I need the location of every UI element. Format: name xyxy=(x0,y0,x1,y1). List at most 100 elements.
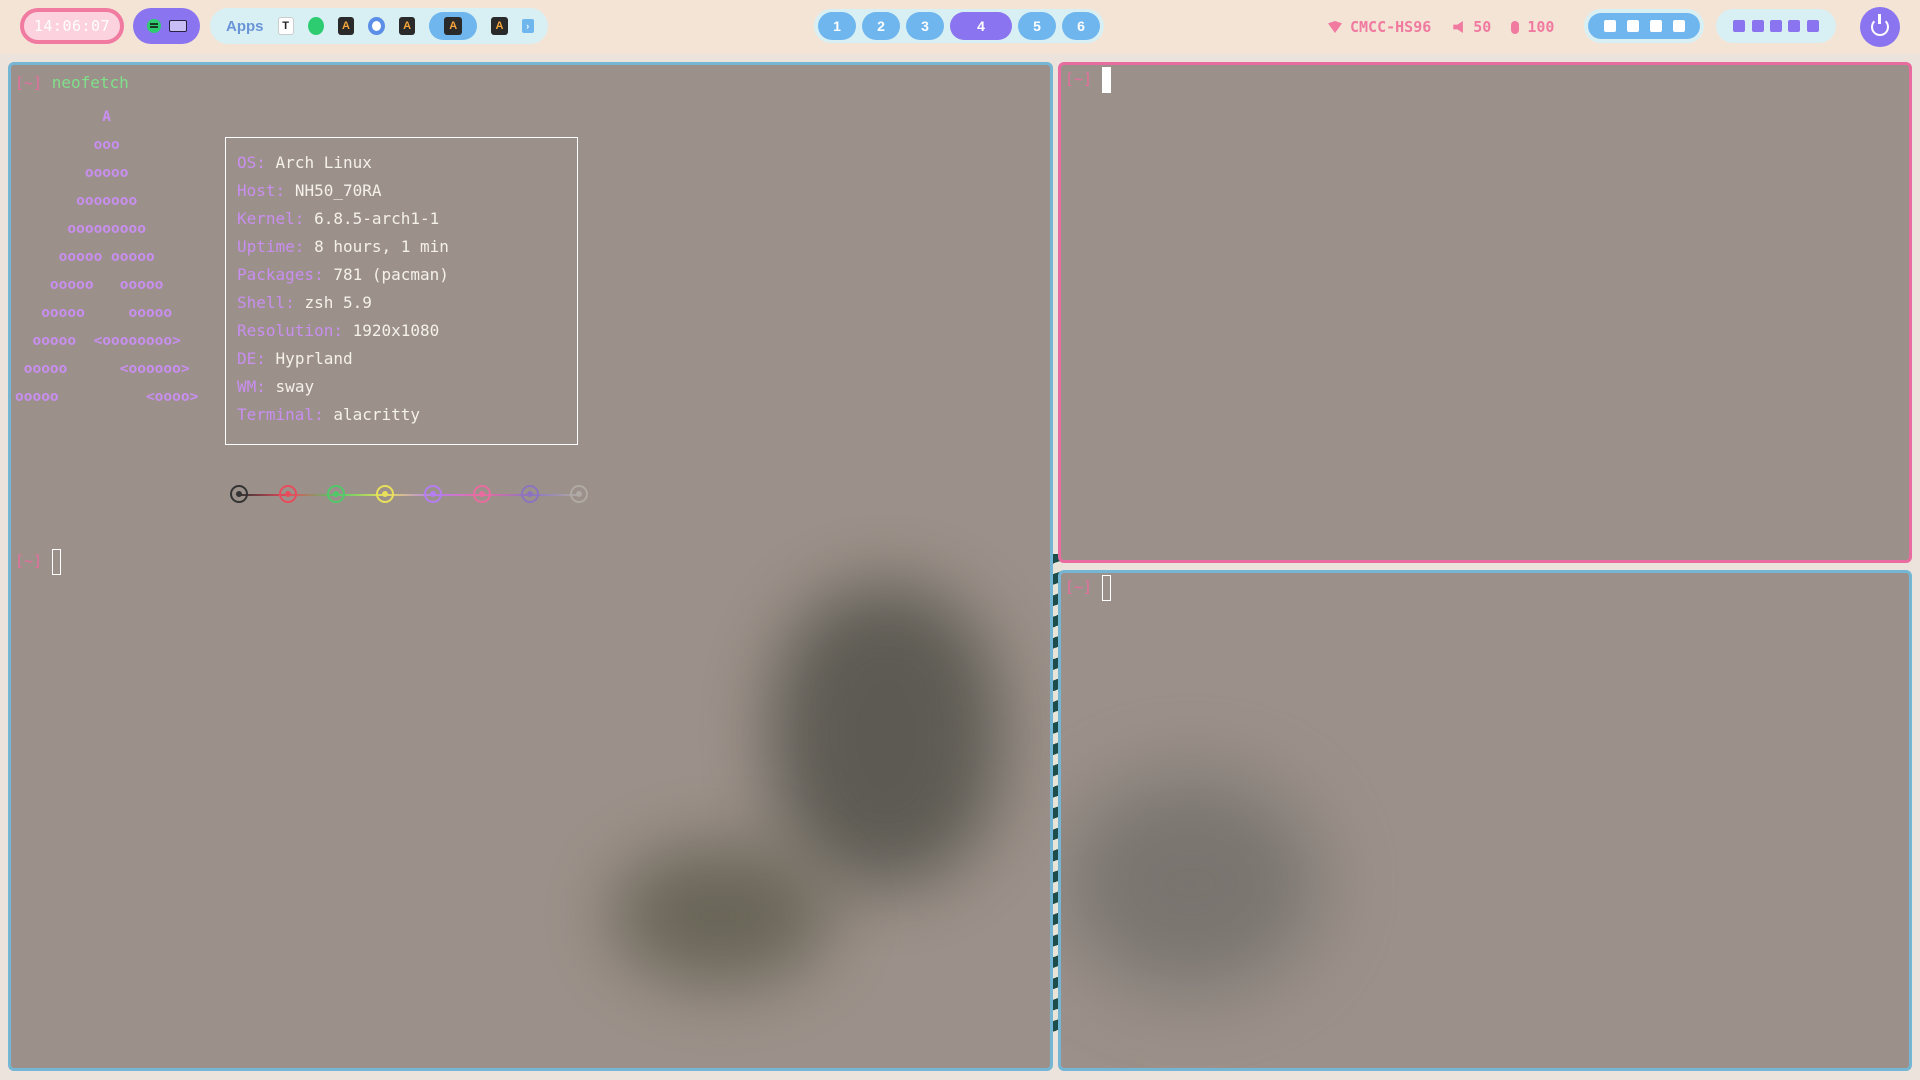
palette-swatch xyxy=(230,485,248,503)
info-key: Uptime xyxy=(237,237,295,256)
color-palette xyxy=(230,483,588,507)
info-value: NH50_70RA xyxy=(294,181,382,200)
memory-icon[interactable] xyxy=(1751,20,1764,32)
info-value: 1920x1080 xyxy=(352,321,440,340)
ascii-line: ooooo ooooo xyxy=(15,305,173,321)
ascii-line: ooooo <oooooo> xyxy=(15,361,190,377)
text-cursor xyxy=(1101,574,1111,601)
status-widgets: CMCC-HS96 50 100 xyxy=(1328,14,1554,40)
prompt: [~] xyxy=(15,552,43,570)
info-key: Host xyxy=(237,181,276,200)
wallpaper-blur xyxy=(1061,773,1321,993)
alacritty-icon: A xyxy=(444,17,463,35)
command: neofetch xyxy=(51,73,129,92)
terminal-window-focused[interactable]: [~] xyxy=(1058,62,1912,563)
alacritty-icon[interactable]: A xyxy=(491,17,508,35)
power-icon xyxy=(1871,14,1889,36)
alacritty-icon[interactable]: A xyxy=(337,17,355,35)
text-cursor xyxy=(51,548,61,575)
command-line[interactable]: [~] xyxy=(1065,573,1111,601)
spotify-icon[interactable] xyxy=(146,19,161,33)
settings-icon[interactable] xyxy=(1788,20,1801,32)
info-key: Packages xyxy=(237,265,315,284)
prompt: [~] xyxy=(15,74,43,92)
palette-swatch xyxy=(472,485,491,503)
command-line[interactable]: [~] xyxy=(15,547,61,575)
info-key: Shell xyxy=(237,293,286,312)
typora-icon[interactable]: T xyxy=(277,17,294,35)
info-key: Terminal xyxy=(237,405,315,424)
info-value: alacritty xyxy=(333,405,421,424)
system-info: OS: Arch Linux Host: NH50_70RA Kernel: 6… xyxy=(237,153,449,424)
network-name[interactable]: CMCC-HS96 xyxy=(1350,18,1431,36)
brush-icon[interactable] xyxy=(1649,20,1662,32)
ascii-line: ooooo xyxy=(15,165,129,181)
prompt: [~] xyxy=(1065,70,1093,88)
speaker-icon[interactable] xyxy=(1453,21,1463,33)
spotify-app-icon[interactable] xyxy=(307,17,324,35)
alacritty-icon[interactable]: A xyxy=(398,17,416,35)
ascii-line: ooooooo xyxy=(15,193,138,209)
media-widget[interactable] xyxy=(133,8,200,44)
info-key: Resolution xyxy=(237,321,334,340)
thermometer-icon[interactable] xyxy=(1769,20,1782,32)
workspace-1[interactable]: 1 xyxy=(818,12,856,40)
info-key: OS xyxy=(237,153,257,172)
palette-swatch xyxy=(327,485,346,503)
info-value: zsh 5.9 xyxy=(304,293,372,312)
active-app-alacritty[interactable]: A xyxy=(429,12,478,40)
workspace-3[interactable]: 3 xyxy=(906,12,944,40)
info-value: sway xyxy=(275,377,315,396)
palette-swatch xyxy=(278,485,297,503)
top-bar: 14:06:07 Apps T A A A A › 1 2 3 4 5 6 CM… xyxy=(0,0,1920,54)
wifi-icon[interactable] xyxy=(1328,21,1342,33)
chevron-right-icon[interactable]: › xyxy=(521,19,535,33)
monitor-icon[interactable] xyxy=(1626,20,1639,32)
ascii-line: ooooo <oooooooo> xyxy=(15,333,181,349)
keyboard-icon[interactable] xyxy=(168,20,187,32)
mic-level[interactable]: 100 xyxy=(1527,18,1554,36)
power-button[interactable] xyxy=(1860,7,1900,47)
info-value: Hyprland xyxy=(275,349,353,368)
system-tray xyxy=(1584,9,1704,43)
workspace-switcher: 1 2 3 4 5 6 xyxy=(814,9,1104,43)
ascii-line: ooooooooo xyxy=(15,221,146,237)
palette-swatch xyxy=(570,485,588,503)
text-cursor xyxy=(1101,66,1111,93)
info-value: 781 (pacman) xyxy=(333,265,449,284)
volume-level[interactable]: 50 xyxy=(1473,18,1491,36)
microphone-icon[interactable] xyxy=(1511,20,1520,34)
terminal-window[interactable]: [~] xyxy=(1058,570,1912,1071)
apps-label[interactable]: Apps xyxy=(226,18,264,35)
ascii-line: ooooo ooooo xyxy=(15,249,155,265)
workspace-2[interactable]: 2 xyxy=(862,12,900,40)
terminal-window-neofetch[interactable]: [~] neofetch A ooo ooooo ooooooo ooooooo… xyxy=(8,62,1053,1071)
arch-ascii-logo: A ooo ooooo ooooooo ooooooooo ooooo oooo… xyxy=(15,103,198,411)
palette-swatch xyxy=(424,485,443,503)
battery-icon[interactable] xyxy=(1806,20,1819,32)
prompt: [~] xyxy=(1065,578,1093,596)
palette-swatch xyxy=(521,485,540,503)
apps-launcher: Apps T A A A A › xyxy=(210,8,548,44)
ascii-line: ooo xyxy=(15,137,120,153)
command-line[interactable]: [~] xyxy=(1065,65,1111,93)
ascii-line: A xyxy=(15,109,112,125)
hardware-tray xyxy=(1716,9,1836,43)
workspace-6[interactable]: 6 xyxy=(1062,12,1100,40)
chromium-icon[interactable] xyxy=(368,17,385,35)
ascii-line: ooooo <oooo> xyxy=(15,389,199,405)
palette-swatch xyxy=(375,485,394,503)
ascii-line: ooooo ooooo xyxy=(15,277,164,293)
info-key: DE xyxy=(237,349,257,368)
cpu-icon[interactable] xyxy=(1733,20,1746,32)
image-icon[interactable] xyxy=(1672,20,1685,32)
wallpaper-blur xyxy=(611,845,831,985)
info-key: Kernel xyxy=(237,209,295,228)
workspace-4[interactable]: 4 xyxy=(950,12,1012,40)
info-value: 6.8.5-arch1-1 xyxy=(314,209,440,228)
info-value: 8 hours, 1 min xyxy=(314,237,449,256)
workspace-5[interactable]: 5 xyxy=(1018,12,1056,40)
info-key: WM xyxy=(237,377,257,396)
clock[interactable]: 14:06:07 xyxy=(20,8,124,44)
shield-icon[interactable] xyxy=(1603,20,1616,32)
